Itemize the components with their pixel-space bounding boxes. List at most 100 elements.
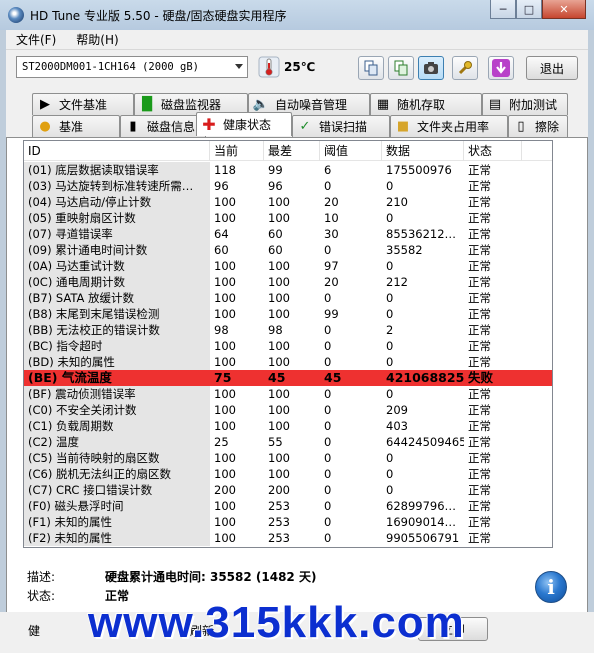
info-icon[interactable]: i [535,571,567,603]
options-button[interactable] [452,56,478,80]
cell-current: 100 [214,307,236,321]
tab-extra-tests[interactable]: ▤ 附加测试 [482,93,568,115]
menu-help[interactable]: 帮助(H) [66,31,128,48]
cell-current: 200 [214,483,236,497]
table-row[interactable]: (07) 寻道错误率 64 60 30 85536212… 正常 [24,226,552,242]
maximize-button[interactable]: □ [516,0,542,19]
cell-id: (C5) 当前待映射的扇区数 [24,450,210,466]
exit-button[interactable]: 退出 [526,56,578,80]
table-row[interactable]: (01) 底层数据读取错误率 118 99 6 175500976 正常 [24,162,552,178]
tab-label: 附加测试 [509,98,558,112]
cell-worst: 96 [268,179,283,193]
tab-folder-usage[interactable]: ■ 文件夹占用率 [390,115,508,137]
table-row[interactable]: (B8) 末尾到末尾错误检测 100 100 99 0 正常 [24,306,552,322]
screenshot-button[interactable] [418,56,444,80]
cell-data: 0 [386,339,394,353]
toolbar: ST2000DM001-1CH164 (2000 gB) 25℃ 退出 [6,50,588,88]
cell-threshold: 30 [324,227,339,241]
table-row[interactable]: (C7) CRC 接口错误计数 200 200 0 0 正常 [24,482,552,498]
desc-label: 描述: [27,570,56,584]
table-row[interactable]: (B7) SATA 放缓计数 100 100 0 0 正常 [24,290,552,306]
col-status[interactable]: 状态 [464,141,522,161]
table-row[interactable]: (05) 重映射扇区计数 100 100 10 0 正常 [24,210,552,226]
table-row[interactable]: (04) 马达启动/停止计数 100 100 20 210 正常 [24,194,552,210]
tab-health[interactable]: ✚ 健康状态 [196,112,292,136]
table-row[interactable]: (BE) 气流温度 75 45 45 421068825 失败 [24,370,552,386]
table-row[interactable]: (F1) 未知的属性 100 253 0 16909014… 正常 [24,514,552,530]
menu-file[interactable]: 文件(F) [6,31,66,48]
cell-status: 正常 [468,259,491,273]
table-row[interactable]: (C0) 不安全关闭计数 100 100 0 209 正常 [24,402,552,418]
table-row[interactable]: (BF) 震动侦测错误率 100 100 0 0 正常 [24,386,552,402]
table-row[interactable]: (C1) 负载周期数 100 100 0 403 正常 [24,418,552,434]
cell-worst: 100 [268,467,290,481]
cell-worst: 100 [268,403,290,417]
cell-threshold: 0 [324,323,332,337]
cell-threshold: 0 [324,419,332,433]
cell-current: 118 [214,163,236,177]
chevron-down-icon[interactable] [235,64,243,69]
cell-data: 209 [386,403,408,417]
cell-threshold: 0 [324,179,332,193]
cell-data: 9905506791 [386,531,460,545]
col-worst[interactable]: 最差 [264,141,320,161]
cell-worst: 100 [268,307,290,321]
table-row[interactable]: (03) 马达旋转到标准转速所需… 96 96 0 0 正常 [24,178,552,194]
table-row[interactable]: (BC) 指令超时 100 100 0 0 正常 [24,338,552,354]
col-id[interactable]: ID [24,141,210,161]
table-row[interactable]: (09) 累计通电时间计数 60 60 0 35582 正常 [24,242,552,258]
tab-random-access[interactable]: ▦ 随机存取 [370,93,482,115]
minimize-button[interactable]: ─ [490,0,516,19]
drive-select[interactable]: ST2000DM001-1CH164 (2000 gB) [16,56,248,78]
copy-all-button[interactable] [388,56,414,80]
table-row[interactable]: (F0) 磁头悬浮时间 100 253 0 62899796… 正常 [24,498,552,514]
tab-file-benchmark[interactable]: ▶ 文件基准 [32,93,134,115]
cell-threshold: 0 [324,483,332,497]
cell-id: (BC) 指令超时 [24,338,210,354]
table-row[interactable]: (C6) 脱机无法纠正的扇区数 100 100 0 0 正常 [24,466,552,482]
tab-erase[interactable]: ▯ 擦除 [508,115,568,137]
tab-error-scan[interactable]: ✓ 错误扫描 [292,115,390,137]
table-row[interactable]: (C5) 当前待映射的扇区数 100 100 0 0 正常 [24,450,552,466]
cell-worst: 100 [268,275,290,289]
health-label: 健 [28,624,41,638]
cell-data: 0 [386,483,394,497]
close-button[interactable]: ✕ [542,0,586,19]
cell-current: 100 [214,355,236,369]
col-data[interactable]: 数据 [382,141,464,161]
cell-status: 正常 [468,323,491,337]
cell-status: 正常 [468,435,491,449]
save-button[interactable] [488,56,514,80]
cell-threshold: 20 [324,275,339,289]
cell-id: (B7) SATA 放缓计数 [24,290,210,306]
table-row[interactable]: (0A) 马达重试计数 100 100 97 0 正常 [24,258,552,274]
cell-status: 失败 [468,370,494,385]
smart-table: ID 当前 最差 阈值 数据 状态 (01) 底层数据读取错误率 118 99 6 17… [23,140,553,548]
cell-status: 正常 [468,355,491,369]
cell-id: (C6) 脱机无法纠正的扇区数 [24,466,210,482]
cell-current: 100 [214,211,236,225]
table-row[interactable]: (F2) 未知的属性 100 253 0 9905506791 正常 [24,530,552,546]
tab-disk-info[interactable]: ▮ 磁盘信息 [120,115,206,137]
copy-info-button[interactable] [358,56,384,80]
cell-id: (BE) 气流温度 [24,370,210,386]
download-arrow-icon [492,59,510,77]
table-row[interactable]: (BD) 未知的属性 100 100 0 0 正常 [24,354,552,370]
tab-benchmark[interactable]: ● 基准 [32,115,120,137]
table-row[interactable]: (C2) 温度 25 55 0 64424509465 正常 [24,434,552,450]
health-panel: ID 当前 最差 阈值 数据 状态 (01) 底层数据读取错误率 118 99 6 17… [6,137,588,653]
table-row[interactable]: (0C) 通电周期计数 100 100 20 212 正常 [24,274,552,290]
cell-worst: 45 [268,370,286,385]
cell-id: (03) 马达旋转到标准转速所需… [24,178,210,194]
cell-worst: 98 [268,323,283,337]
cell-id: (05) 重映射扇区计数 [24,210,210,226]
col-threshold[interactable]: 阈值 [320,141,382,161]
disk-info-icon: ▮ [129,119,137,134]
cell-id: (BD) 未知的属性 [24,354,210,370]
cell-id: (07) 寻道错误率 [24,226,210,242]
col-current[interactable]: 当前 [210,141,264,161]
cell-current: 100 [214,499,236,513]
tab-label: 文件夹占用率 [417,120,490,134]
table-row[interactable]: (BB) 无法校正的错误计数 98 98 0 2 正常 [24,322,552,338]
cell-worst: 60 [268,243,283,257]
